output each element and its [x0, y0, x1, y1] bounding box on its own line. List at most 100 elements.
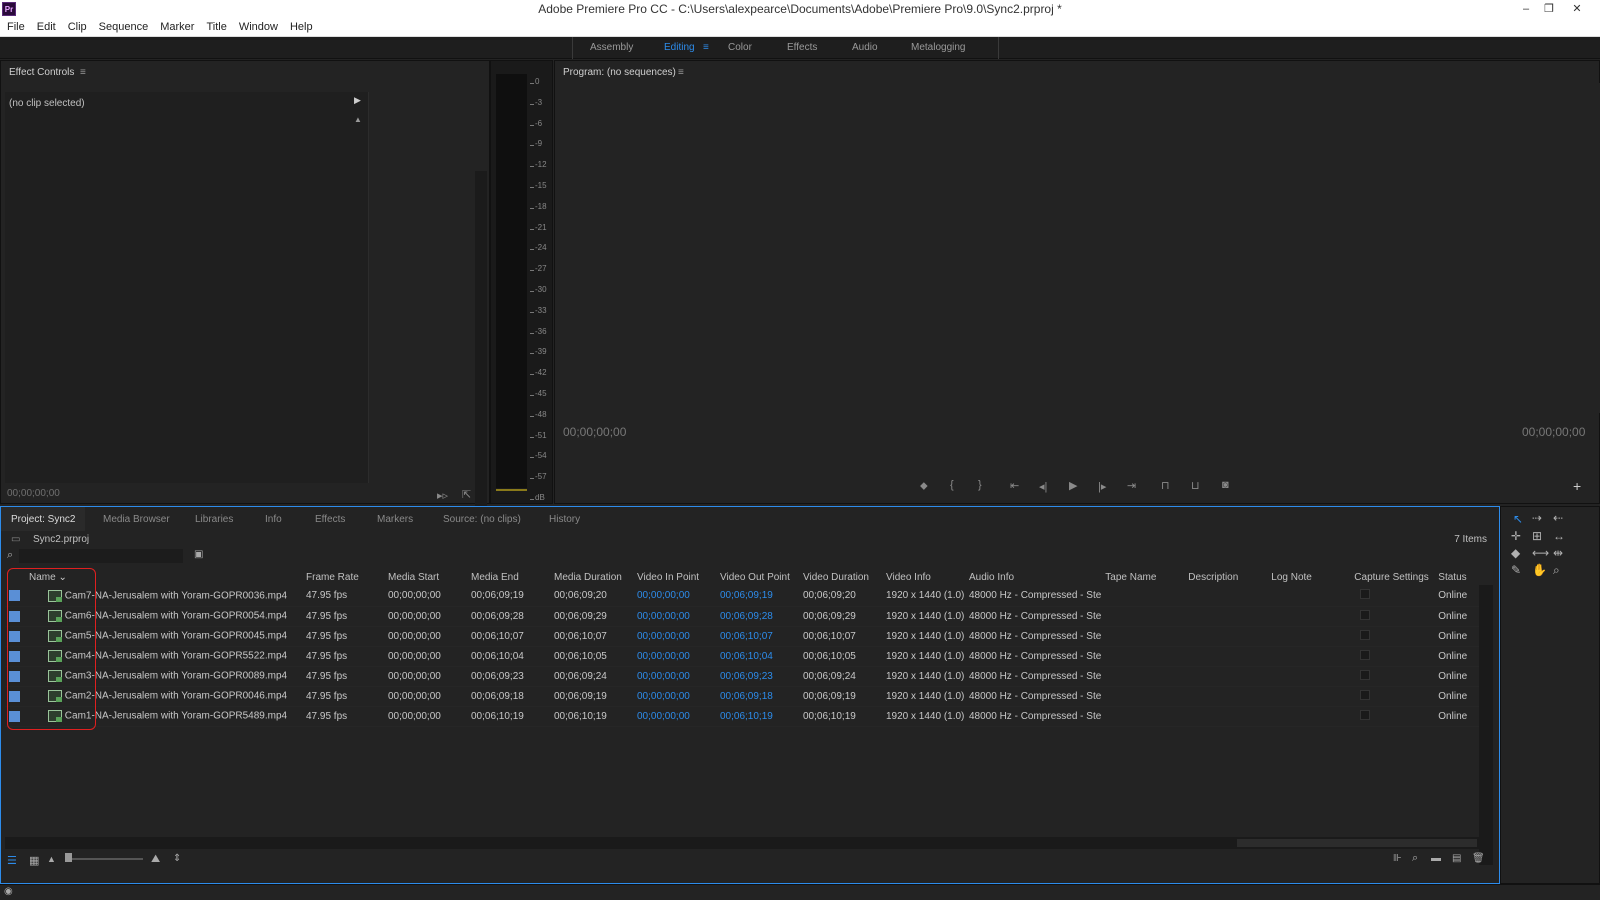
empty-cell[interactable]	[1184, 686, 1268, 707]
menu-sequence[interactable]: Sequence	[92, 19, 154, 33]
menu-help[interactable]: Help	[283, 19, 318, 33]
empty-cell[interactable]	[1101, 706, 1185, 727]
workspace-assembly[interactable]: Assembly	[590, 42, 633, 53]
workspace-editing[interactable]: Editing	[664, 42, 695, 53]
workspace-color[interactable]: Color	[728, 42, 752, 53]
new-search-bin-icon[interactable]: ▣	[194, 549, 203, 560]
workspace-menu-icon[interactable]: ≡	[703, 42, 709, 53]
track-select-tool-icon[interactable]: ⇢	[1532, 511, 1542, 525]
column-description[interactable]: Description	[1184, 568, 1267, 586]
empty-cell[interactable]	[1101, 646, 1185, 667]
column-media-start[interactable]: Media Start	[384, 568, 467, 586]
column-video-info[interactable]: Video Info	[882, 568, 965, 586]
capture-settings-checkbox[interactable]	[1360, 689, 1371, 700]
empty-cell[interactable]	[1101, 626, 1185, 647]
empty-cell[interactable]	[1184, 626, 1268, 647]
workspace-metalogging[interactable]: Metalogging	[911, 42, 965, 53]
column-media-duration[interactable]: Media Duration	[550, 568, 633, 586]
capture-settings-checkbox[interactable]	[1360, 649, 1371, 660]
expand-arrow-icon[interactable]: ▶	[354, 95, 361, 106]
empty-cell[interactable]	[1101, 606, 1185, 627]
capture-settings-cell[interactable]	[1350, 706, 1435, 727]
zoom-slider-handle[interactable]	[65, 853, 72, 862]
lift-icon[interactable]: ⊓	[1161, 479, 1170, 492]
find-icon[interactable]: ⌕	[1412, 852, 1418, 865]
step-forward-icon[interactable]: |▸	[1098, 480, 1106, 493]
mark-in-icon[interactable]: {	[950, 479, 954, 491]
column-video-out-point[interactable]: Video Out Point	[716, 568, 799, 586]
menu-file[interactable]: File	[0, 19, 30, 33]
column-video-in-point[interactable]: Video In Point	[633, 568, 716, 586]
tab-libraries[interactable]: Libraries	[185, 507, 243, 531]
automate-to-sequence-icon[interactable]: ⊪	[1393, 853, 1402, 864]
effect-controls-tab[interactable]: Effect Controls	[9, 67, 74, 78]
vertical-scrollbar[interactable]	[1479, 585, 1493, 865]
search-input[interactable]	[19, 549, 183, 563]
column-log-note[interactable]: Log Note	[1267, 568, 1350, 586]
collapse-arrow-icon[interactable]: ▲	[354, 115, 362, 124]
capture-settings-cell[interactable]	[1350, 586, 1435, 607]
empty-cell[interactable]	[1101, 666, 1185, 687]
empty-cell[interactable]	[1184, 706, 1268, 727]
razor-tool-icon[interactable]: ◆	[1511, 546, 1520, 560]
empty-cell[interactable]	[1101, 586, 1185, 607]
empty-cell[interactable]	[1267, 706, 1351, 727]
menu-edit[interactable]: Edit	[30, 19, 61, 33]
menu-marker[interactable]: Marker	[153, 19, 199, 33]
zoom-slider[interactable]	[67, 858, 143, 860]
zoom-out-icon[interactable]: ▲	[47, 854, 56, 864]
clip-name[interactable]: Cam2-NA-Jerusalem with Yoram-GOPR0046.mp…	[65, 691, 287, 702]
tab-project[interactable]: Project: Sync2	[1, 507, 86, 531]
icon-view-icon[interactable]: ▦	[29, 854, 39, 867]
capture-settings-cell[interactable]	[1350, 666, 1435, 687]
vertical-scrollbar[interactable]	[475, 171, 487, 531]
column-frame-rate[interactable]: Frame Rate	[302, 568, 384, 586]
menu-clip[interactable]: Clip	[61, 19, 92, 33]
rolling-edit-tool-icon[interactable]: ⊞	[1532, 529, 1542, 543]
column-status[interactable]: Status	[1434, 568, 1481, 586]
new-bin-icon[interactable]: ▬	[1431, 853, 1441, 864]
empty-cell[interactable]	[1267, 626, 1351, 647]
zoom-in-icon[interactable]: ⛰	[151, 853, 160, 866]
empty-cell[interactable]	[1267, 646, 1351, 667]
workspace-audio[interactable]: Audio	[852, 42, 878, 53]
eye-icon[interactable]: ◉	[4, 886, 13, 897]
tab-effects[interactable]: Effects	[305, 507, 355, 531]
horizontal-scrollbar-thumb[interactable]	[1237, 839, 1477, 847]
capture-settings-checkbox[interactable]	[1360, 709, 1371, 720]
empty-cell[interactable]	[1267, 586, 1351, 607]
empty-cell[interactable]	[1184, 606, 1268, 627]
go-to-in-icon[interactable]: ⇤	[1010, 479, 1019, 492]
pen-tool-icon[interactable]: ✎	[1511, 563, 1521, 577]
effect-controls-timecode[interactable]: 00;00;00;00	[7, 488, 60, 499]
track-select-backward-icon[interactable]: ⇠	[1553, 511, 1563, 525]
column-tape-name[interactable]: Tape Name	[1101, 568, 1184, 586]
panel-menu-icon[interactable]: ≡	[80, 67, 86, 78]
program-timecode-current[interactable]: 00;00;00;00	[563, 425, 626, 439]
play-icon[interactable]: ▶	[1069, 479, 1077, 492]
export-icon[interactable]: ⇱	[462, 488, 471, 501]
clip-name[interactable]: Cam3-NA-Jerusalem with Yoram-GOPR0089.mp…	[65, 671, 287, 682]
rate-stretch-tool-icon[interactable]: ↔	[1553, 529, 1565, 543]
capture-settings-cell[interactable]	[1350, 606, 1435, 627]
empty-cell[interactable]	[1184, 586, 1268, 607]
capture-settings-checkbox[interactable]	[1360, 669, 1371, 680]
clip-name[interactable]: Cam6-NA-Jerusalem with Yoram-GOPR0054.mp…	[65, 611, 287, 622]
list-view-icon[interactable]: ☰	[7, 854, 17, 867]
table-row[interactable]: Cam6-NA-Jerusalem with Yoram-GOPR0054.mp…	[5, 606, 1481, 627]
empty-cell[interactable]	[1101, 686, 1185, 707]
capture-settings-cell[interactable]	[1350, 686, 1435, 707]
new-item-icon[interactable]: ▤	[1452, 853, 1461, 864]
column-audio-info[interactable]: Audio Info	[965, 568, 1101, 586]
ripple-edit-tool-icon[interactable]: ✛	[1511, 529, 1521, 543]
add-marker-icon[interactable]: ⬥	[920, 480, 928, 493]
clip-name[interactable]: Cam1-NA-Jerusalem with Yoram-GOPR5489.mp…	[65, 711, 287, 722]
table-row[interactable]: Cam4-NA-Jerusalem with Yoram-GOPR5522.mp…	[5, 646, 1481, 667]
restore-button[interactable]: ❐	[1538, 1, 1560, 17]
program-monitor-tab[interactable]: Program: (no sequences)	[563, 67, 676, 78]
empty-cell[interactable]	[1267, 666, 1351, 687]
tab-info[interactable]: Info	[255, 507, 292, 531]
column-video-duration[interactable]: Video Duration	[799, 568, 882, 586]
capture-settings-checkbox[interactable]	[1360, 609, 1371, 620]
clip-name[interactable]: Cam7-NA-Jerusalem with Yoram-GOPR0036.mp…	[65, 590, 287, 601]
